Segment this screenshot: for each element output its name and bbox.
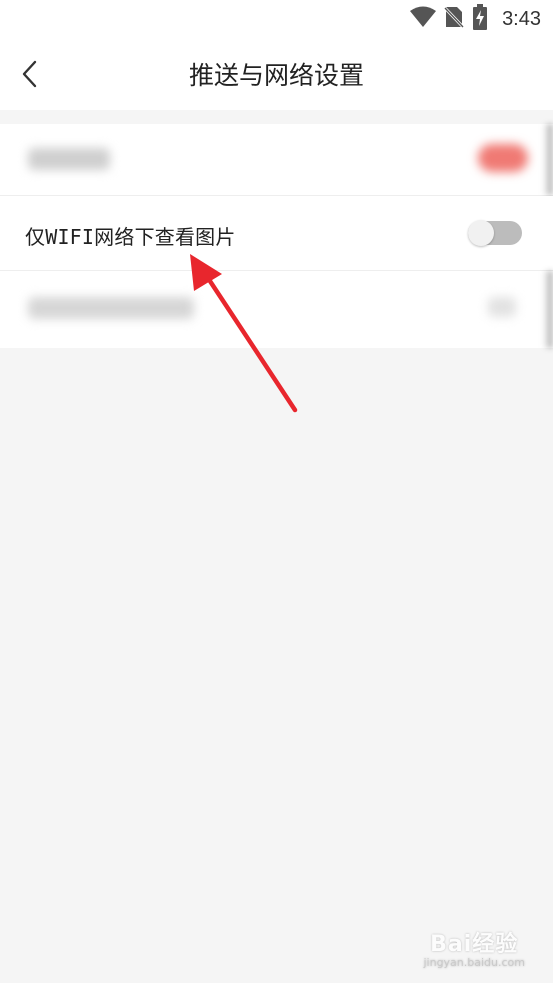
settings-row-push-obscured bbox=[0, 124, 553, 196]
blurred-toggle bbox=[478, 144, 528, 172]
section-gap bbox=[0, 110, 553, 124]
edge-shadow bbox=[543, 124, 553, 195]
toggle-knob bbox=[468, 220, 494, 246]
status-bar: 3:43 bbox=[0, 0, 553, 38]
battery-charging-icon bbox=[472, 4, 488, 34]
watermark-main: Bai经验 bbox=[430, 932, 519, 957]
wifi-images-toggle[interactable] bbox=[468, 220, 522, 246]
settings-row-wifi-images[interactable]: 仅WIFI网络下查看图片 bbox=[0, 196, 553, 271]
page-title: 推送与网络设置 bbox=[188, 61, 364, 90]
status-time: 3:43 bbox=[502, 7, 541, 30]
blurred-label bbox=[28, 297, 194, 319]
settings-row-obscured bbox=[0, 271, 553, 348]
no-sim-icon bbox=[443, 5, 465, 33]
wifi-images-label: 仅WIFI网络下查看图片 bbox=[25, 225, 236, 249]
baidu-watermark: Bai经验 jingyan.baidu.com bbox=[423, 926, 525, 969]
settings-list: 仅WIFI网络下查看图片 bbox=[0, 124, 553, 348]
watermark-sub: jingyan.baidu.com bbox=[423, 956, 525, 969]
status-icons: 3:43 bbox=[410, 4, 541, 34]
wifi-icon bbox=[410, 6, 437, 32]
blurred-label bbox=[28, 148, 110, 170]
nav-bar: 推送与网络设置 bbox=[0, 38, 553, 110]
edge-shadow bbox=[543, 271, 553, 348]
blurred-value bbox=[488, 297, 516, 317]
